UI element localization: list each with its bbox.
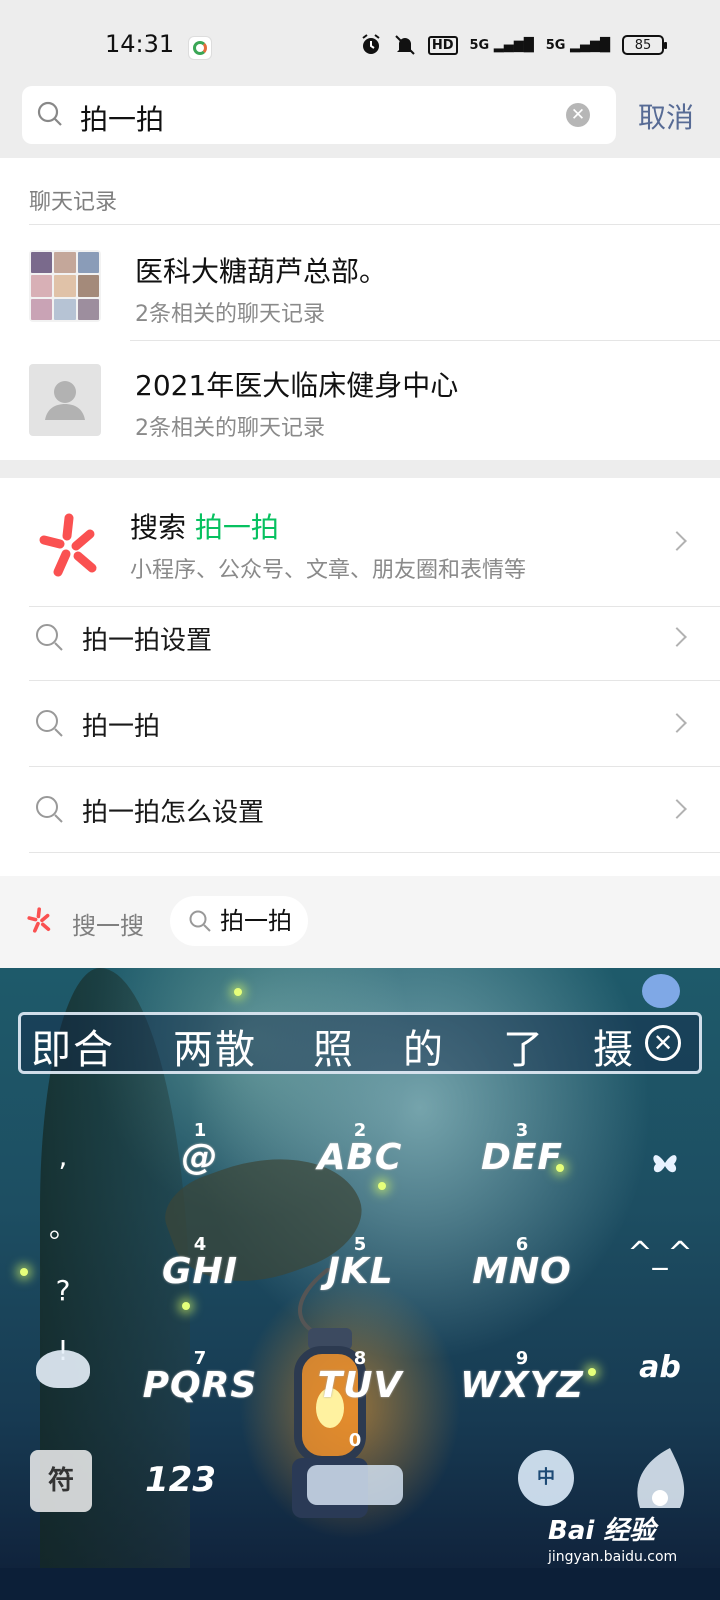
suggestion-label: 拍一拍 xyxy=(82,712,161,742)
status-icons: HD 5G ▂▄▆█ 5G ▂▄▆█ 85 xyxy=(360,34,667,56)
default-avatar-icon xyxy=(29,364,101,436)
search-suggestions: 搜索 拍一拍 小程序、公众号、文章、朋友圈和表情等 拍一拍设置 拍一拍 拍一拍怎… xyxy=(0,478,720,876)
suggestion-item[interactable]: 拍一拍怎么设置 xyxy=(0,766,720,853)
language-switch-key[interactable]: 中 xyxy=(518,1450,574,1506)
search-icon xyxy=(189,910,211,932)
case-switch-key[interactable]: ab xyxy=(620,1350,700,1385)
souyisou-chip[interactable]: 拍一拍 xyxy=(170,896,308,946)
search-query[interactable]: 拍一拍 xyxy=(80,98,164,138)
status-bar: 14:31 HD 5G ▂▄▆█ 5G ▂▄▆█ 85 xyxy=(0,0,720,86)
chat-subtitle: 2条相关的聊天记录 xyxy=(135,302,325,327)
key-1[interactable]: 1 @ xyxy=(125,1120,275,1178)
comma-key[interactable]: , xyxy=(48,1140,78,1173)
key-7[interactable]: 7 PQRS xyxy=(125,1348,275,1406)
clear-icon[interactable]: ✕ xyxy=(566,103,590,127)
signal-5g-icon-2: 5G ▂▄▆█ xyxy=(545,37,610,53)
space-key[interactable]: 0 xyxy=(300,1430,410,1505)
chat-record-item[interactable]: 2021年医大临床健身中心 2条相关的聊天记录 xyxy=(0,342,720,454)
candidate-bar: 即合 两散 照 的 了 摄 ✕ xyxy=(18,1012,702,1074)
search-icon xyxy=(36,624,63,651)
return-key-icon[interactable] xyxy=(620,1438,700,1518)
chat-record-item[interactable]: 医科大糖葫芦总部。 2条相关的聊天记录 xyxy=(0,228,720,340)
divider xyxy=(29,852,720,853)
key-5[interactable]: 5 JKL xyxy=(285,1234,435,1292)
souyisou-label: 搜一搜 xyxy=(72,912,144,940)
souyisou-title: 搜索 拍一拍 xyxy=(130,511,279,544)
souyisou-logo-icon xyxy=(27,907,51,933)
suggestion-item[interactable]: 拍一拍设置 xyxy=(0,594,720,681)
butterfly-icon[interactable] xyxy=(650,1148,680,1178)
souyisou-subtitle: 小程序、公众号、文章、朋友圈和表情等 xyxy=(130,558,527,583)
chevron-right-icon xyxy=(667,531,687,551)
question-key[interactable]: ? xyxy=(48,1274,78,1307)
candidate-word[interactable]: 即合 xyxy=(31,1017,115,1071)
firefly xyxy=(234,988,242,996)
chevron-right-icon xyxy=(667,713,687,733)
chat-name: 医科大糖葫芦总部。 xyxy=(135,255,388,288)
keyboard-mascot-icon[interactable] xyxy=(642,974,680,1008)
candidate-word[interactable]: 照 xyxy=(313,1017,355,1071)
symbols-key[interactable]: 符 xyxy=(30,1450,92,1512)
period-key[interactable]: 。 xyxy=(48,1206,78,1246)
chat-subtitle: 2条相关的聊天记录 xyxy=(135,416,325,441)
section-title: 聊天记录 xyxy=(29,190,118,215)
app-notification-icon xyxy=(188,36,212,60)
candidate-word[interactable]: 两散 xyxy=(173,1017,257,1071)
numbers-key[interactable]: 123 xyxy=(145,1460,216,1500)
chevron-right-icon xyxy=(667,799,687,819)
chevron-right-icon xyxy=(667,627,687,647)
suggestion-label: 拍一拍怎么设置 xyxy=(82,798,265,828)
close-candidates-icon[interactable]: ✕ xyxy=(645,1025,681,1061)
key-6[interactable]: 6 MNO xyxy=(447,1234,597,1292)
divider xyxy=(29,224,720,225)
firefly xyxy=(20,1268,28,1276)
baidu-watermark: Bai 经验 jingyan.baidu.com xyxy=(548,1516,678,1565)
candidate-word[interactable]: 了 xyxy=(503,1017,545,1071)
key-2[interactable]: 2 ABC xyxy=(285,1120,435,1178)
souyisou-bar: 搜一搜 拍一拍 xyxy=(0,876,720,968)
cancel-button[interactable]: 取消 xyxy=(638,96,694,136)
chat-name: 2021年医大临床健身中心 xyxy=(135,369,459,402)
search-icon xyxy=(36,710,63,737)
key-9[interactable]: 9 WXYZ xyxy=(447,1348,597,1406)
lantern-image xyxy=(292,1268,368,1518)
key-4[interactable]: 4 GHI xyxy=(125,1234,275,1292)
suggestion-item[interactable]: 拍一拍 xyxy=(0,680,720,767)
firefly xyxy=(378,1182,386,1190)
mute-bell-icon xyxy=(395,35,415,55)
key-3[interactable]: 3 DEF xyxy=(447,1120,597,1178)
group-avatar xyxy=(29,250,101,322)
divider xyxy=(130,340,720,341)
search-icon xyxy=(36,796,63,823)
hd-icon: HD xyxy=(427,35,458,55)
candidate-word[interactable]: 摄 xyxy=(593,1017,635,1071)
candidate-word[interactable]: 的 xyxy=(403,1017,445,1071)
signal-5g-icon: 5G ▂▄▆█ xyxy=(469,37,534,53)
chat-records-section: 聊天记录 医科大糖葫芦总部。 2条相关的聊天记录 2021年医大临床健身中心 2… xyxy=(0,158,720,460)
ghost-decoration-icon xyxy=(36,1350,90,1388)
battery-icon: 85 xyxy=(622,35,667,55)
emoticon-key[interactable]: ^_^ xyxy=(620,1236,700,1271)
status-time: 14:31 xyxy=(105,30,175,58)
search-icon xyxy=(37,101,62,126)
souyisou-entry[interactable]: 搜索 拍一拍 小程序、公众号、文章、朋友圈和表情等 xyxy=(0,478,720,606)
keyboard: 即合 两散 照 的 了 摄 ✕ 1 @ 2 ABC 3 DEF 4 GHI 5 JKL 6… xyxy=(0,968,720,1568)
suggestion-label: 拍一拍设置 xyxy=(82,626,213,656)
search-input[interactable]: 拍一拍 ✕ xyxy=(22,86,616,144)
navigation-bar xyxy=(0,1568,720,1600)
key-8[interactable]: 8 TUV xyxy=(285,1348,435,1406)
alarm-icon xyxy=(362,34,380,54)
firefly xyxy=(182,1302,190,1310)
souyisou-logo-icon xyxy=(39,513,97,577)
